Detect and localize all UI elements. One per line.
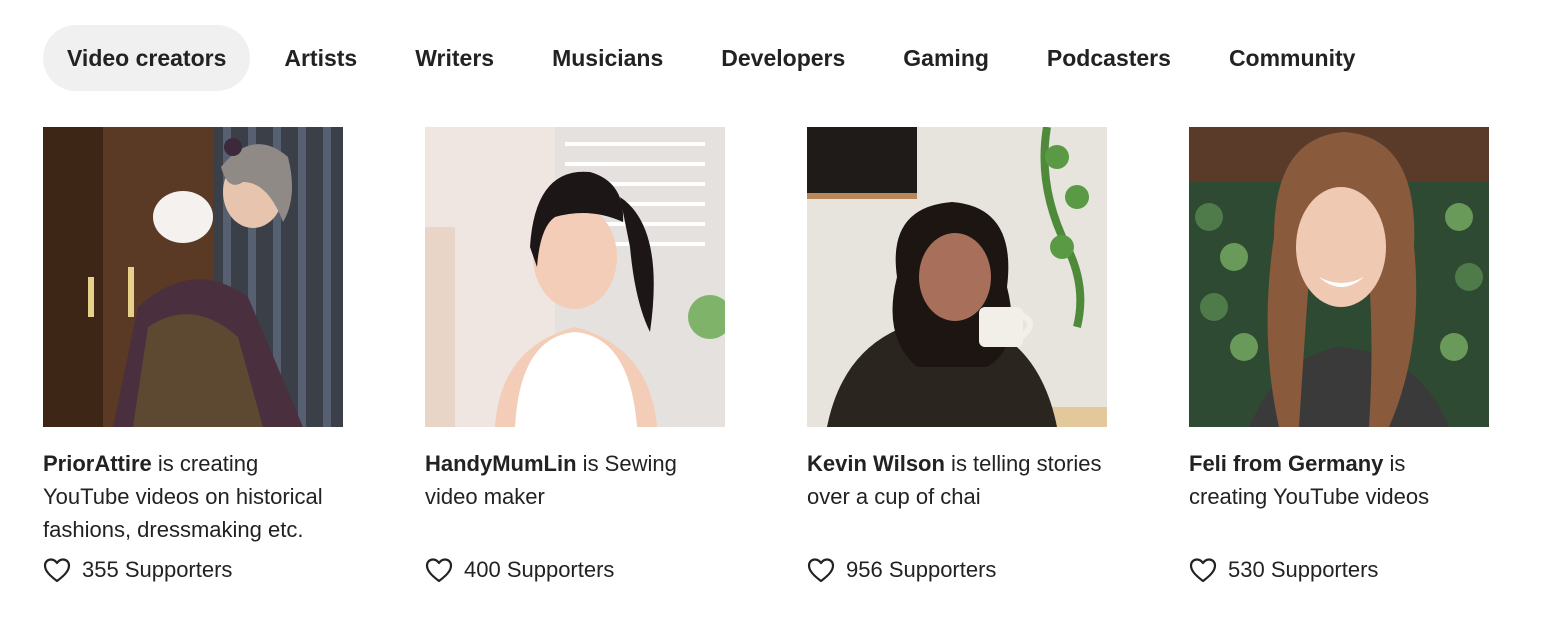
creator-photo[interactable] — [43, 127, 343, 427]
tab-writers[interactable]: Writers — [391, 25, 518, 91]
category-tabs: Video creators Artists Writers Musicians… — [43, 25, 1379, 91]
creator-description: PriorAttire is creating YouTube videos o… — [43, 447, 343, 551]
supporters-count: 355 Supporters — [43, 557, 343, 583]
creator-description: Feli from Germany is creating YouTube vi… — [1189, 447, 1489, 551]
creator-name[interactable]: PriorAttire — [43, 451, 152, 476]
heart-outline-icon — [1189, 557, 1217, 583]
tab-musicians[interactable]: Musicians — [528, 25, 687, 91]
creator-name[interactable]: Kevin Wilson — [807, 451, 945, 476]
creator-cards: PriorAttire is creating YouTube videos o… — [43, 127, 1489, 583]
supporters-count: 956 Supporters — [807, 557, 1107, 583]
creator-card[interactable]: HandyMumLin is Sewing video maker 400 Su… — [425, 127, 725, 583]
tab-video-creators[interactable]: Video creators — [43, 25, 251, 91]
tab-podcasters[interactable]: Podcasters — [1023, 25, 1195, 91]
heart-outline-icon — [807, 557, 835, 583]
supporters-count: 530 Supporters — [1189, 557, 1489, 583]
heart-outline-icon — [425, 557, 453, 583]
supporters-label: 400 Supporters — [464, 557, 615, 582]
tab-developers[interactable]: Developers — [697, 25, 869, 91]
tab-artists[interactable]: Artists — [260, 25, 381, 91]
tab-community[interactable]: Community — [1205, 25, 1380, 91]
creator-card[interactable]: PriorAttire is creating YouTube videos o… — [43, 127, 343, 583]
tab-gaming[interactable]: Gaming — [879, 25, 1013, 91]
creator-photo[interactable] — [807, 127, 1107, 427]
creator-name[interactable]: HandyMumLin — [425, 451, 577, 476]
supporters-label: 956 Supporters — [846, 557, 997, 582]
creator-card[interactable]: Feli from Germany is creating YouTube vi… — [1189, 127, 1489, 583]
creator-description: Kevin Wilson is telling stories over a c… — [807, 447, 1107, 551]
heart-outline-icon — [43, 557, 71, 583]
creator-photo[interactable] — [425, 127, 725, 427]
creator-description: HandyMumLin is Sewing video maker — [425, 447, 725, 551]
supporters-label: 355 Supporters — [82, 557, 233, 582]
supporters-count: 400 Supporters — [425, 557, 725, 583]
creator-name[interactable]: Feli from Germany — [1189, 451, 1383, 476]
creator-card[interactable]: Kevin Wilson is telling stories over a c… — [807, 127, 1107, 583]
supporters-label: 530 Supporters — [1228, 557, 1379, 582]
creator-photo[interactable] — [1189, 127, 1489, 427]
